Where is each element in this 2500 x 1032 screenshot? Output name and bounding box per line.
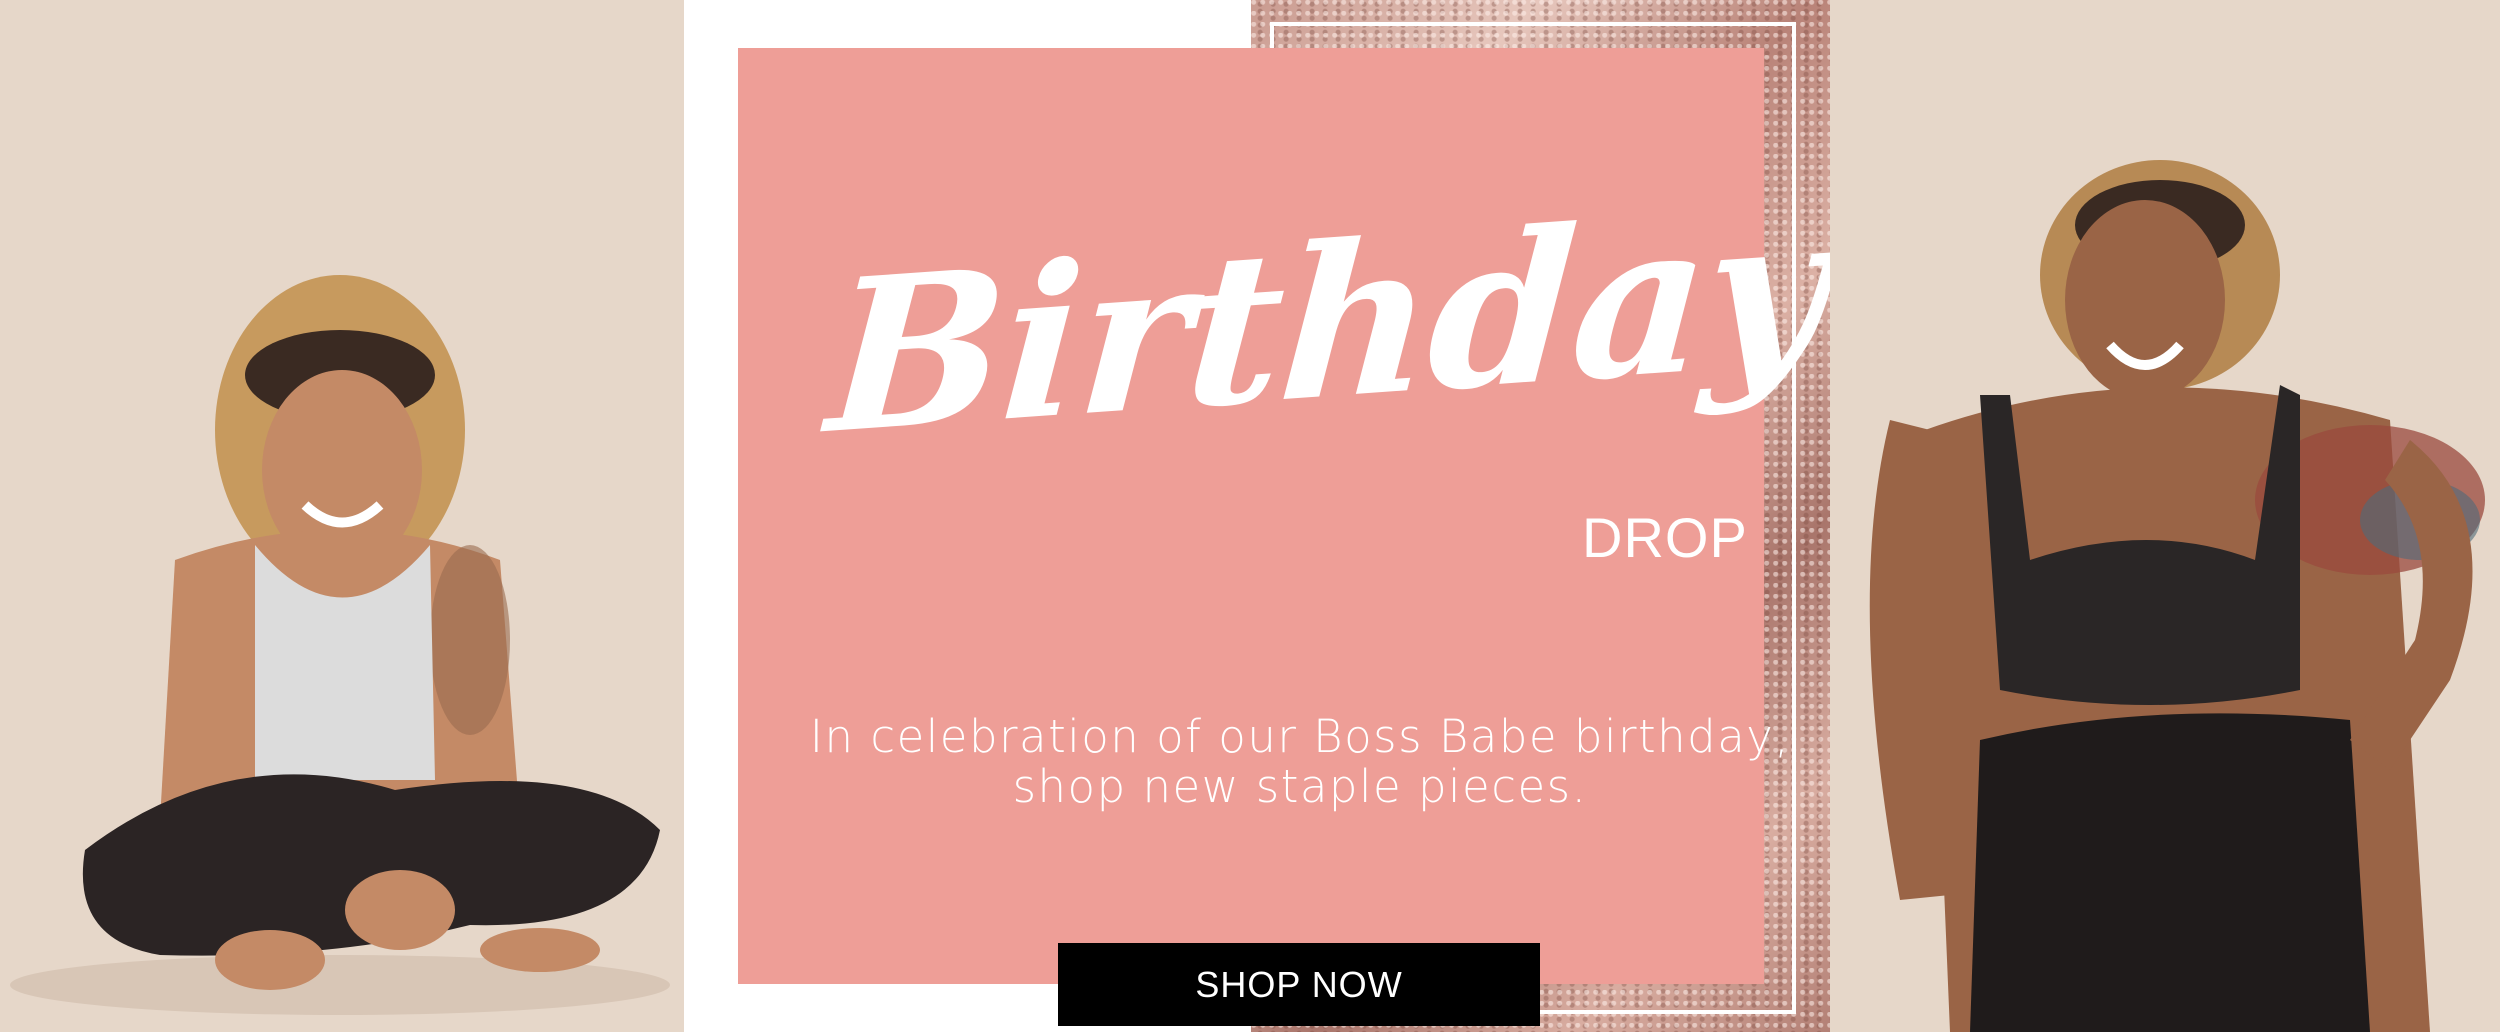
tagline-line-2: shop new staple pieces. <box>1012 760 1588 813</box>
tagline-line-1: In celebration of our Boss Babe birthday… <box>809 710 1791 763</box>
shop-now-button[interactable]: SHOP NOW <box>1058 943 1540 1026</box>
model-standing-illustration <box>1830 0 2500 1032</box>
model-seated-photo <box>0 0 684 1032</box>
subheadline: DROP <box>1582 506 1748 569</box>
model-standing-photo <box>1830 0 2500 1032</box>
headline: Birthday <box>821 166 1833 482</box>
tagline: In celebration of our Boss Babe birthday… <box>760 712 1840 812</box>
hero-banner[interactable]: Birthday DROP In celebration of our Boss… <box>0 0 2500 1032</box>
model-seated-illustration <box>0 0 684 1032</box>
